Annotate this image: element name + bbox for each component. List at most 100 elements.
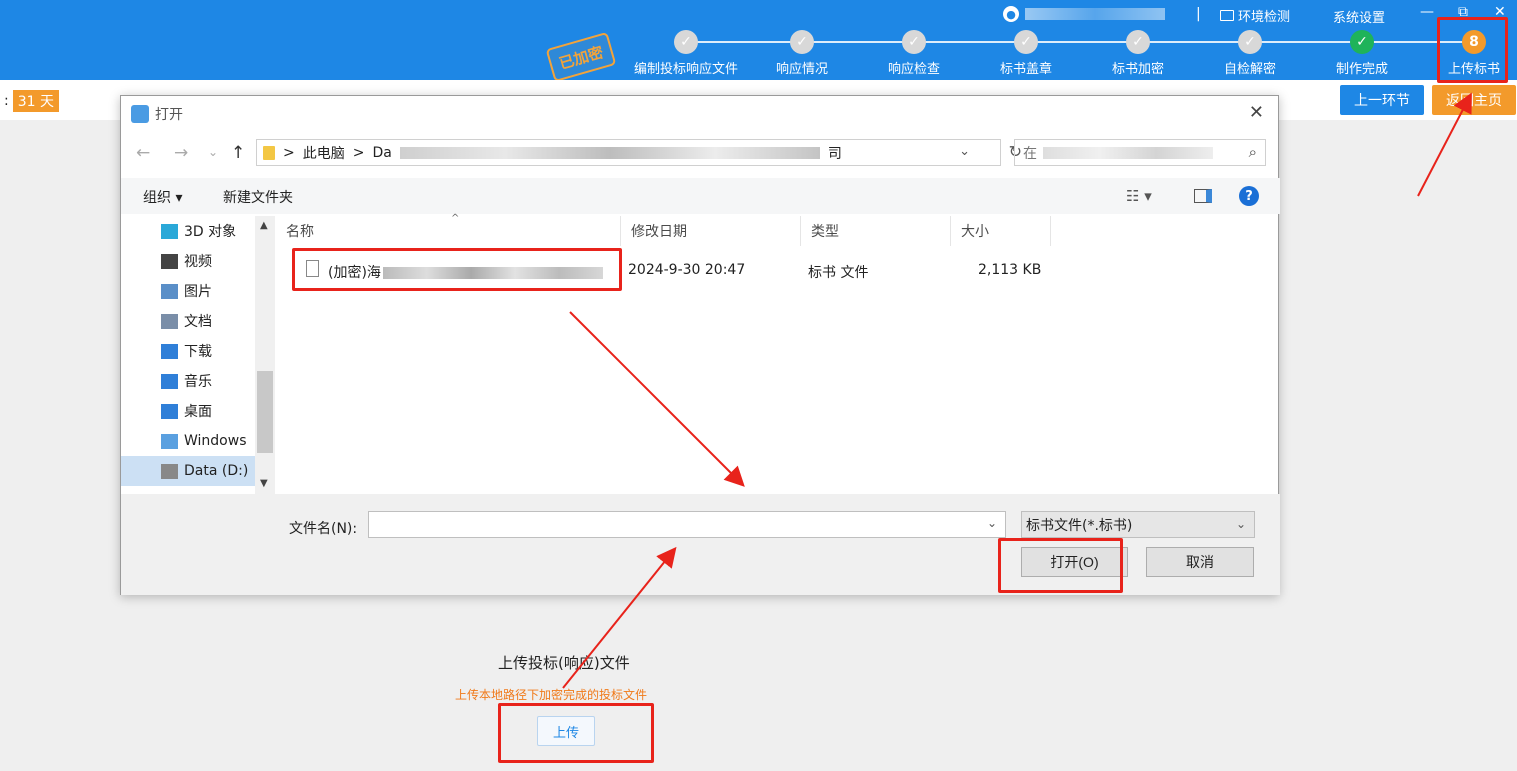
cancel-button[interactable]: 取消 [1146, 547, 1254, 577]
return-home-button[interactable]: 返回主页 [1432, 85, 1516, 115]
nav-item[interactable]: 音乐 [161, 369, 212, 393]
check-icon: ✓ [673, 30, 698, 54]
countdown-colon: : [4, 93, 9, 109]
music-icon [161, 373, 178, 389]
address-drive[interactable]: Da [372, 145, 391, 161]
nav-item-label: 桌面 [184, 404, 212, 420]
step-4[interactable]: ✓ 标书盖章 [1000, 30, 1052, 77]
filename-dropdown-icon[interactable]: ⌄ [987, 516, 997, 530]
check-icon: ✓ [1349, 30, 1374, 54]
windows-drive-icon [161, 433, 178, 449]
days-remaining-badge: 31 天 [12, 90, 59, 112]
recent-locations-icon[interactable]: ⌄ [208, 145, 218, 159]
new-folder-button[interactable]: 新建文件夹 [223, 187, 293, 207]
column-modified-header[interactable]: 修改日期 [621, 216, 801, 246]
step-5[interactable]: ✓ 标书加密 [1112, 30, 1164, 77]
preview-pane-icon[interactable] [1194, 189, 1212, 203]
nav-item-label: 图片 [184, 284, 212, 300]
column-type-header[interactable]: 类型 [801, 216, 951, 246]
address-root[interactable]: 此电脑 [303, 143, 345, 163]
step-label: 响应情况 [775, 62, 829, 77]
nav-item[interactable]: 3D 对象 [161, 219, 236, 243]
scroll-down-icon[interactable]: ▼ [260, 478, 268, 489]
header-divider: | [1196, 6, 1201, 22]
help-icon[interactable]: ? [1239, 186, 1259, 206]
drive-icon [161, 463, 178, 479]
step-2[interactable]: ✓ 响应情况 [776, 30, 828, 77]
nav-item-label: 3D 对象 [184, 224, 237, 240]
filetype-select[interactable]: 标书文件(*.标书) ⌄ [1021, 511, 1255, 538]
folder-icon [263, 145, 275, 160]
address-sep: > [352, 144, 365, 161]
dialog-close-icon[interactable]: ✕ [1249, 102, 1264, 123]
organize-menu[interactable]: 组织 ▾ [143, 187, 182, 207]
check-icon: ✓ [1013, 30, 1038, 54]
address-tail: 司 [827, 145, 842, 162]
nav-item[interactable]: 桌面 [161, 399, 212, 423]
desktop-icon [161, 403, 178, 419]
nav-item[interactable]: Windows [161, 429, 247, 453]
nav-item-label: 下载 [184, 344, 212, 360]
column-size-header[interactable]: 大小 [951, 216, 1051, 246]
check-icon: ✓ [789, 30, 814, 54]
file-size: 2,113 KB [978, 262, 1042, 278]
check-icon: ✓ [901, 30, 926, 54]
monitor-icon [1220, 10, 1234, 21]
check-icon: ✓ [1237, 30, 1262, 54]
user-info[interactable]: ● [1003, 6, 1165, 22]
up-folder-icon[interactable]: ↑ [231, 143, 245, 163]
step-6[interactable]: ✓ 自检解密 [1224, 30, 1276, 77]
user-name-redacted [1025, 8, 1165, 20]
forward-arrow-icon[interactable]: → [174, 143, 188, 163]
settings-button[interactable]: 系统设置 [1333, 7, 1385, 26]
step-label: 编制投标响应文件 [633, 62, 739, 77]
previous-step-button[interactable]: 上一环节 [1340, 85, 1424, 115]
user-avatar-icon: ● [1003, 6, 1019, 22]
env-check-button[interactable]: 环境检测 [1220, 6, 1290, 25]
search-placeholder-redacted [1043, 146, 1213, 159]
nav-scrollbar[interactable]: ▲ ▼ [255, 216, 275, 494]
address-sep: > [283, 144, 295, 161]
scrollbar-thumb[interactable] [257, 371, 273, 453]
step-label: 制作完成 [1335, 62, 1389, 77]
check-icon: ✓ [1125, 30, 1150, 54]
dialog-toolbar: 组织 ▾ 新建文件夹 ☷ ▾ ? [121, 178, 1280, 214]
navigation-pane: 3D 对象视频图片文档下载音乐桌面 Windows Data (D:) [121, 216, 276, 494]
step-label: 自检解密 [1223, 62, 1277, 77]
encrypted-stamp: 已加密 [545, 31, 617, 83]
nav-item[interactable]: 文档 [161, 309, 212, 333]
view-options-icon[interactable]: ☷ ▾ [1126, 187, 1152, 205]
deadline-countdown: : 31 天 [4, 90, 59, 112]
search-icon[interactable]: ⌕ [1249, 143, 1257, 161]
address-bar[interactable]: > 此电脑 > Da 司 ⌄ ↻ [256, 139, 1022, 166]
step-1[interactable]: ✓ 编制投标响应文件 [634, 30, 738, 77]
nav-item[interactable]: 视频 [161, 249, 212, 273]
search-box[interactable]: 在 ⌕ [1014, 139, 1266, 166]
file-type: 标书 文件 [808, 265, 869, 281]
app-icon [131, 105, 149, 123]
upload-title: 上传投标(响应)文件 [498, 654, 630, 672]
address-dropdown-icon[interactable]: ⌄ [959, 144, 970, 159]
highlight-upload-step [1437, 17, 1508, 83]
dialog-title: 打开 [155, 107, 183, 123]
address-row: ← → ⌄ ↑ > 此电脑 > Da 司 ⌄ ↻ 在 ⌕ [121, 136, 1280, 172]
nav-item[interactable]: 下载 [161, 339, 212, 363]
column-name-label: 名称 [286, 224, 314, 240]
highlight-upload-button [498, 703, 654, 763]
minimize-icon[interactable]: — [1420, 4, 1434, 20]
step-7[interactable]: ✓ 制作完成 [1336, 30, 1388, 77]
back-arrow-icon[interactable]: ← [136, 143, 150, 163]
nav-item[interactable]: Data (D:) [161, 459, 248, 483]
step-label: 标书加密 [1111, 62, 1165, 77]
column-name-header[interactable]: ^ 名称 [276, 213, 621, 246]
nav-item-label: 文档 [184, 314, 212, 330]
dialog-titlebar: 打开 [131, 104, 183, 124]
scroll-up-icon[interactable]: ▲ [260, 220, 268, 231]
nav-item-label: Windows [184, 433, 247, 449]
filename-input[interactable] [368, 511, 1006, 538]
step-3[interactable]: ✓ 响应检查 [888, 30, 940, 77]
nav-item[interactable]: 图片 [161, 279, 212, 303]
filename-label: 文件名(N): [289, 521, 358, 537]
env-check-label: 环境检测 [1238, 10, 1291, 25]
sort-caret-icon: ^ [451, 213, 460, 224]
